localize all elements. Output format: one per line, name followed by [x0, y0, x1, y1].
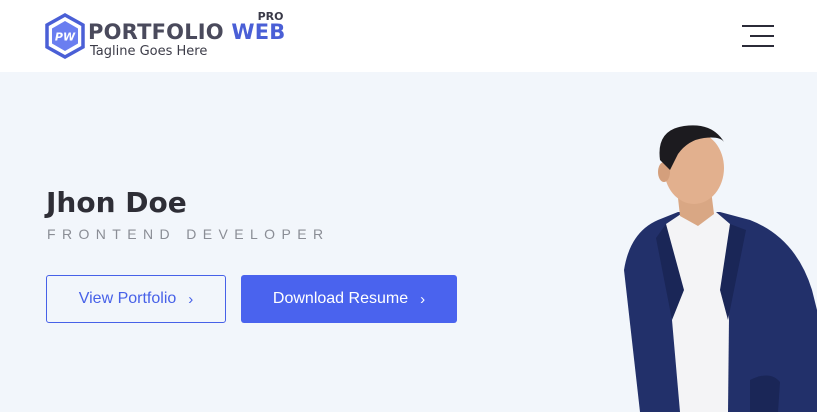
- hero-name: Jhon Doe: [46, 186, 187, 219]
- pro-badge: PRO: [257, 10, 284, 23]
- download-resume-label: Download Resume: [272, 290, 409, 307]
- chevron-right-icon: ›: [420, 290, 426, 308]
- brand-tagline: Tagline Goes Here: [90, 44, 208, 59]
- view-portfolio-label: View Portfolio: [78, 290, 177, 307]
- logo-mark-text: PW: [55, 31, 76, 44]
- menu-line: [742, 25, 774, 27]
- hamburger-menu-icon[interactable]: [742, 24, 775, 48]
- brand-logo[interactable]: PW PRO PORTFOLIO WEB Tagline Goes Here: [44, 10, 285, 59]
- brand-text: PRO PORTFOLIO WEB Tagline Goes Here: [88, 10, 285, 59]
- chevron-right-icon: ›: [188, 290, 194, 308]
- download-resume-button[interactable]: Download Resume ›: [241, 275, 457, 323]
- brand-name-part2: WEB: [231, 20, 286, 44]
- brand-name-part1: PORTFOLIO: [88, 20, 224, 44]
- brand-name: PORTFOLIO WEB: [88, 20, 285, 44]
- pw-hexagon-logo-icon: PW: [45, 13, 85, 59]
- menu-line: [742, 45, 774, 47]
- hero-role: FRONTEND DEVELOPER: [47, 226, 330, 242]
- menu-line: [750, 35, 774, 37]
- site-header: PW PRO PORTFOLIO WEB Tagline Goes Here: [0, 0, 817, 72]
- view-portfolio-button[interactable]: View Portfolio ›: [46, 275, 226, 323]
- hero-portrait-image: [624, 125, 817, 412]
